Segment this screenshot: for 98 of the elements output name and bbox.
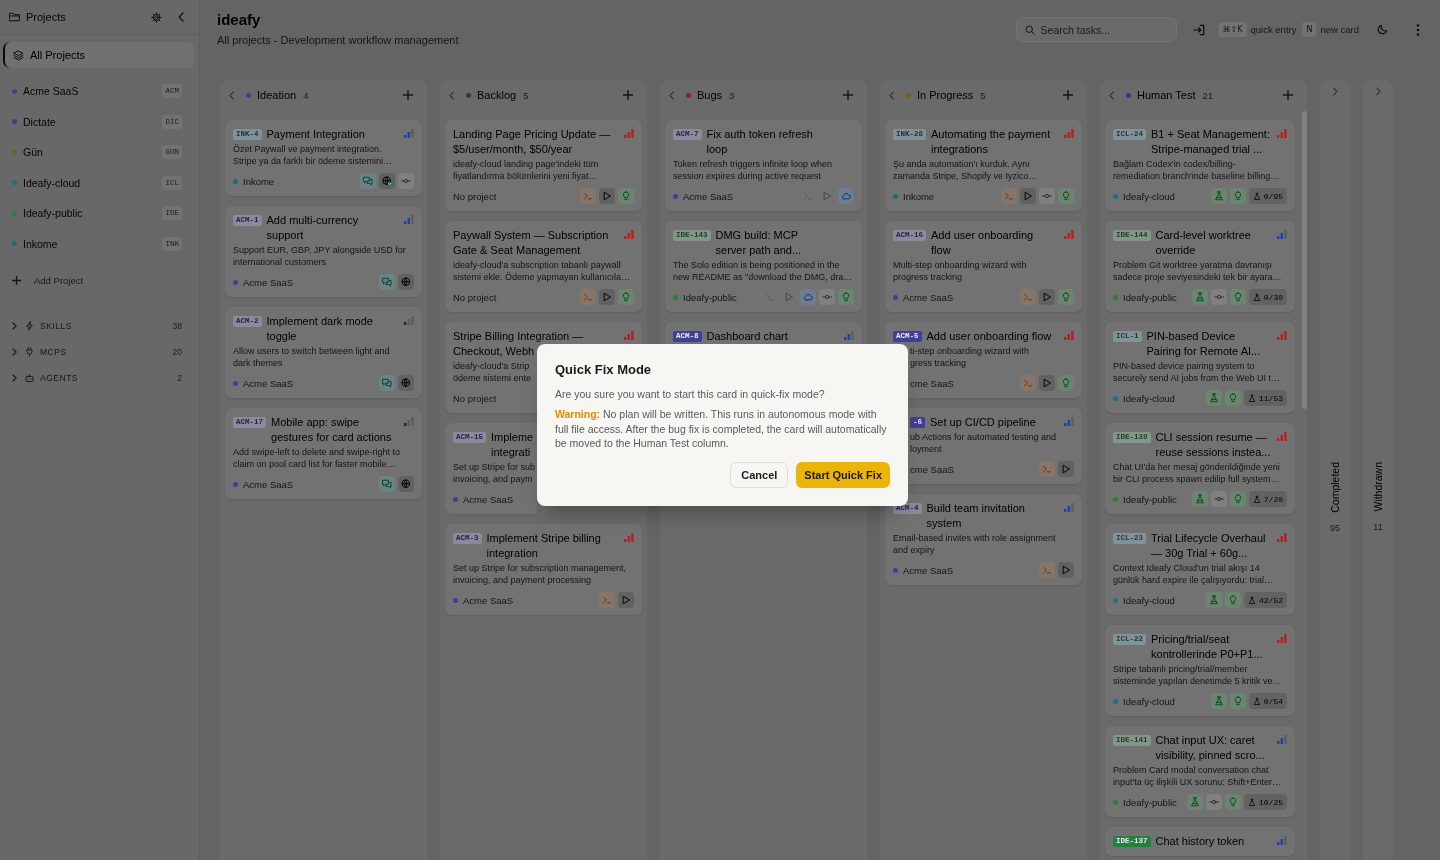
card-description: Set up Stripe for sub invoicing, and paym: [453, 462, 536, 485]
card-project: Ideafy-public: [683, 291, 737, 303]
card-description: ideafy-cloud'a Strip ödeme sistemi ente: [453, 361, 532, 384]
card-title: Implement Stripe billing integration: [486, 531, 601, 561]
card-project: Ideafy-cloud: [1123, 695, 1175, 707]
app-title: ideafy: [217, 10, 262, 30]
card-description: Problem Git worktree yaratma davranışı sadece proje seviyesindeki tek bir ayara…: [1113, 260, 1282, 283]
column-title: Withdrawn: [1372, 462, 1384, 512]
card-title: Add user onboarding flow: [931, 228, 1034, 258]
card-description: Chat UI'da her mesaj gönderildiğinde yeni bir CLI process spawn edilip full system…: [1113, 462, 1280, 485]
card-description: Add swipe-left to delete and swipe-right to claim on pool card list for faster mobile…: [233, 447, 401, 470]
card-title: Impleme integrati: [491, 430, 534, 460]
card-project: cme SaaS: [910, 463, 954, 475]
column-count: 11: [1373, 521, 1383, 532]
column-title: Human Test: [1137, 89, 1196, 101]
card-title: Chat input UX: caret visibility, pinned scro...: [1155, 733, 1265, 763]
column-count: 3: [729, 89, 735, 101]
column-title: Ideation: [257, 89, 297, 101]
section-count: 20: [172, 347, 182, 357]
column-title: Bugs: [697, 89, 723, 101]
column-count: 95: [1330, 522, 1340, 533]
card-project: Acme SaaS: [903, 564, 954, 576]
card-project: Inkome: [903, 190, 935, 202]
card-description: Şu anda automation'ı kurduk. Aynı zamanda Stripe, Shopify ve Iyzico…: [893, 159, 1038, 182]
card-title: Payment Integration: [266, 127, 365, 142]
card-project: Ideafy-public: [1123, 291, 1177, 303]
card-title: PIN-based Device Pairing for Remote AI...: [1146, 329, 1261, 359]
card-description: The Solo edition is being positioned in the new README as "download the DMG, dra…: [673, 260, 853, 283]
card-description: ti-step onboarding wizard with gress tracking: [909, 346, 1030, 369]
card-description: Token refresh triggers infinite loop when session expires during active request: [673, 159, 833, 182]
card-project: Acme SaaS: [243, 478, 294, 490]
card-title: Chat history token: [1155, 834, 1245, 849]
card-title: Build team invitation system: [926, 501, 1025, 531]
column-count: 5: [523, 89, 529, 101]
card-project: Ideafy-cloud: [1123, 392, 1175, 404]
card-description: Context Ideafy Cloud'un trial akışı 14 günlük hard expire ile çalışıyordu: trial…: [1113, 563, 1274, 586]
card-title: Add user onboarding flow: [926, 329, 1052, 344]
card-project: Ideafy-public: [1123, 493, 1177, 505]
dialog-title: Quick Fix Mode: [555, 361, 653, 379]
card-description: Multi-step onboarding wizard with progress tracking: [893, 260, 1027, 283]
card-title: Automating the payment integrations: [931, 127, 1051, 157]
card-title: Set up CI/CD pipeline: [930, 415, 1036, 430]
card-description: Bağlam Codex'in codex/billing- remediation branch'inde baseline billing…: [1113, 159, 1280, 182]
card-title: Add multi-currency support: [266, 213, 359, 243]
card-project: Acme SaaS: [243, 276, 294, 288]
shortcut-key: ⌘⇧K: [1218, 22, 1247, 37]
column-title: Completed: [1329, 462, 1341, 513]
card-description: Stripe tabanlı pricing/trial/member sisteminde yapılan denetimde 5 kritik ve…: [1113, 664, 1282, 687]
dialog-message: Are you sure you want to start this card in quick-fix mode?: [555, 387, 826, 402]
card-project: Acme SaaS: [683, 190, 734, 202]
card-project: Ideafy-cloud: [1123, 594, 1175, 606]
card-title: Dashboard chart: [706, 329, 788, 344]
card-title: Paywall System — Subscription Gate & Seat Management: [453, 228, 609, 258]
card-title: Stripe Billing Integration — Checkout, Webh: [453, 329, 584, 359]
card-project: No project: [453, 190, 497, 202]
section-count: 2: [177, 373, 182, 383]
card-project: Acme SaaS: [903, 291, 954, 303]
card-description: PIN-based device pairing system to securely send AI jobs from the Web UI t…: [1113, 361, 1280, 384]
card-title: Fix auth token refresh loop: [706, 127, 813, 157]
shortcut-label: new card: [1320, 24, 1359, 35]
shortcut-key: N: [1302, 22, 1317, 37]
card-project: Acme SaaS: [463, 594, 514, 606]
card-description: ideafy-cloud'a subscription tabanlı paywall sistemi ekle. Ödeme yapmayan kullanıcıla…: [453, 260, 631, 283]
shortcut-label: quick entry: [1250, 24, 1297, 35]
card-description: ub Actions for automated testing and loyment: [909, 432, 1057, 455]
sidebar-title: Projects: [26, 11, 66, 23]
card-description: ideafy-cloud landing page'indeki tüm fiyatlandırma bölümlerini yeni fiyat…: [453, 159, 599, 182]
card-title: Card-level worktree override: [1155, 228, 1251, 258]
card-project: Ideafy-cloud: [1123, 190, 1175, 202]
column-count: 4: [303, 89, 309, 101]
card-title: Mobile app: swipe gestures for card actions: [271, 415, 392, 445]
card-title: CLI session resume — reuse sessions instea...: [1155, 430, 1271, 460]
column-count: 21: [1202, 89, 1214, 101]
card-title: DMG build: MCP server path and...: [715, 228, 802, 258]
card-description: Özet Paywall ve payment integration. Stripe ya da farklı bir ödeme sistemini…: [233, 144, 393, 167]
section-count: 38: [172, 321, 182, 331]
card-title: Landing Page Pricing Update — $5/user/month, $50/year: [453, 127, 611, 157]
card-title: B1 + Seat Management: Stripe-managed trial ...: [1151, 127, 1270, 157]
card-description: Problem Card modal conversation chat input'ta üç ilişkili UX sorunu: Shift+Enter…: [1113, 765, 1282, 788]
card-description: Email-based invites with role assignment and expiry: [893, 533, 1056, 556]
column-count: 5: [980, 89, 986, 101]
card-project: Inkome: [243, 175, 275, 187]
card-project: Ideafy-public: [1123, 796, 1177, 808]
column-title: In Progress: [917, 89, 974, 101]
card-project: No project: [453, 392, 497, 404]
card-description: Set up Stripe for subscription management, invoicing, and payment processing: [453, 563, 627, 586]
page-subtitle: All projects - Development workflow management: [217, 32, 459, 48]
card-project: Acme SaaS: [463, 493, 514, 505]
card-title: Pricing/trial/seat kontrollerinde P0+P1...: [1151, 632, 1263, 662]
card-title: Trial Lifecycle Overhaul — 30g Trial + 60g...: [1151, 531, 1266, 561]
card-project: No project: [453, 291, 497, 303]
card-project: Acme SaaS: [243, 377, 294, 389]
column-title: Backlog: [477, 89, 517, 101]
dialog-warning: Warning: No plan will be written. This runs in autonomous mode with full file access. After the bug fix is completed, the card will automatically be moved to the Human Test column.: [555, 407, 888, 451]
card-title: Implement dark mode toggle: [266, 314, 373, 344]
card-description: Support EUR, GBP, JPY alongside USD for international customers: [233, 245, 406, 268]
card-description: Allow users to switch between light and dark themes: [233, 346, 390, 369]
card-project: cme SaaS: [910, 377, 954, 389]
